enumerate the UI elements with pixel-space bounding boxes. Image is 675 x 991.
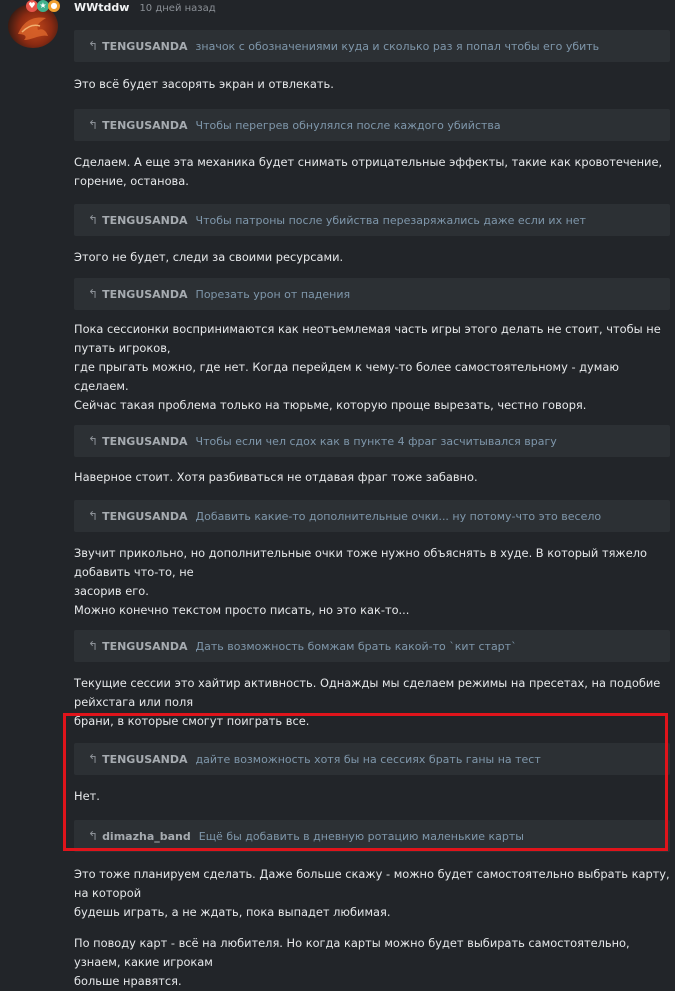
reply-arrow-icon: ↰: [88, 829, 99, 843]
post-body: ↰ TENGUSANDA значок с обозначениями куда…: [74, 30, 670, 991]
user-badges: ♥ ★ ●: [26, 0, 60, 12]
quote-block: ↰ TENGUSANDA Дать возможность бомжам бра…: [74, 630, 670, 662]
quote-text[interactable]: Чтобы патроны после убийства перезаряжал…: [196, 214, 586, 227]
reply-arrow-icon: ↰: [88, 213, 99, 227]
quote-block: ↰ TENGUSANDA Чтобы патроны после убийств…: [74, 204, 670, 236]
quote-block: ↰ TENGUSANDA дайте возможность хотя бы н…: [74, 743, 670, 775]
quote-block: ↰ TENGUSANDA Чтобы если чел сдох как в п…: [74, 425, 670, 457]
reply-text: Нет.: [74, 789, 100, 803]
quote-author[interactable]: TENGUSANDA: [102, 214, 187, 227]
quote-block: ↰ TENGUSANDA Чтобы перегрев обнулялся по…: [74, 109, 670, 141]
quote-block: ↰ TENGUSANDA значок с обозначениями куда…: [74, 30, 670, 62]
quote-text[interactable]: Чтобы если чел сдох как в пункте 4 фраг …: [196, 435, 557, 448]
reply-text: Звучит прикольно, но дополнительные очки…: [74, 546, 647, 617]
post-header: WWtddw 10 дней назад: [74, 1, 216, 17]
reply-text: Текущие сессии это хайтир активность. Од…: [74, 676, 661, 728]
quote-text[interactable]: Чтобы перегрев обнулялся после каждого у…: [196, 119, 501, 132]
quote-author[interactable]: TENGUSANDA: [102, 753, 187, 766]
reply-text: Это тоже планируем сделать. Даже больше …: [74, 867, 670, 988]
reply-text: Наверное стоит. Хотя разбиваться не отда…: [74, 470, 478, 484]
quote-author[interactable]: TENGUSANDA: [102, 510, 187, 523]
dragon-emblem-icon: [18, 17, 48, 40]
quote-author[interactable]: TENGUSANDA: [102, 40, 187, 53]
badge-icon: ●: [48, 0, 60, 12]
reply-arrow-icon: ↰: [88, 118, 99, 132]
reply-text: Это всё будет засорять экран и отвлекать…: [74, 77, 334, 91]
quote-block: ↰ TENGUSANDA Порезать урон от падения: [74, 278, 670, 310]
reply-arrow-icon: ↰: [88, 434, 99, 448]
quote-text[interactable]: Добавить какие-то дополнительные очки...…: [196, 510, 602, 523]
quote-author[interactable]: TENGUSANDA: [102, 119, 187, 132]
quote-text[interactable]: Ещё бы добавить в дневную ротацию малень…: [199, 830, 524, 843]
quote-author[interactable]: TENGUSANDA: [102, 640, 187, 653]
quote-text[interactable]: дайте возможность хотя бы на сессиях бра…: [196, 753, 541, 766]
quote-author[interactable]: TENGUSANDA: [102, 288, 187, 301]
quote-text[interactable]: Дать возможность бомжам брать какой-то `…: [196, 640, 517, 653]
reply-text: Этого не будет, следи за своими ресурсам…: [74, 250, 344, 264]
reply-arrow-icon: ↰: [88, 752, 99, 766]
quote-text[interactable]: Порезать урон от падения: [196, 288, 351, 301]
quote-block: ↰ dimazha_band Ещё бы добавить в дневную…: [74, 820, 670, 852]
reply-text: Сделаем. А еще эта механика будет снимат…: [74, 155, 663, 188]
reply-arrow-icon: ↰: [88, 287, 99, 301]
quote-text[interactable]: значок с обозначениями куда и сколько ра…: [196, 40, 600, 53]
post-timestamp[interactable]: 10 дней назад: [139, 3, 215, 14]
username[interactable]: WWtddw: [74, 1, 129, 14]
reply-text: Пока сессионки воспринимаются как неотъе…: [74, 322, 661, 412]
quote-block: ↰ TENGUSANDA Добавить какие-то дополните…: [74, 500, 670, 532]
reply-arrow-icon: ↰: [88, 639, 99, 653]
reply-arrow-icon: ↰: [88, 39, 99, 53]
quote-author[interactable]: TENGUSANDA: [102, 435, 187, 448]
quote-author[interactable]: dimazha_band: [102, 830, 191, 843]
reply-arrow-icon: ↰: [88, 509, 99, 523]
